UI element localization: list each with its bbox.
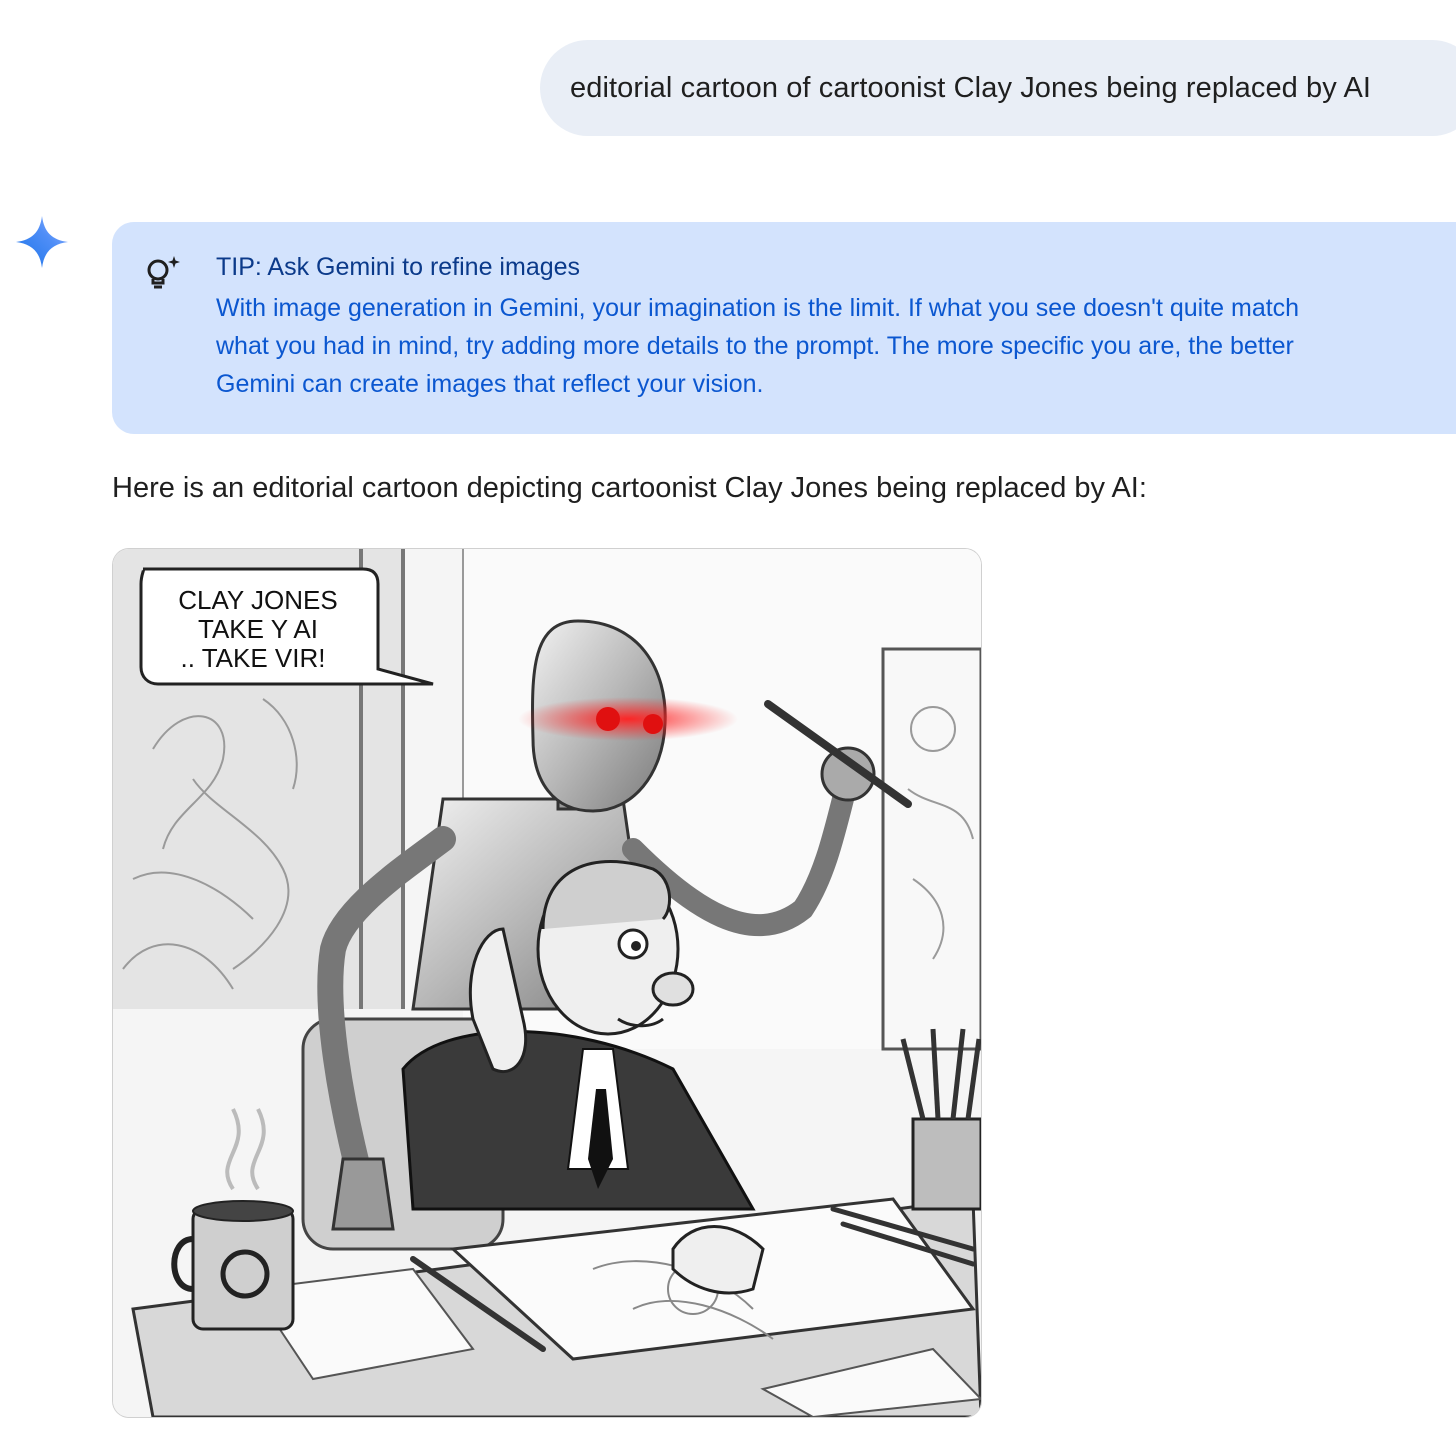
gemini-spark-icon [14,214,70,270]
speech-bubble-line: CLAY JONES [178,585,337,615]
user-prompt-text: editorial cartoon of cartoonist Clay Jon… [570,71,1372,104]
lightbulb-sparkle-icon [142,252,186,296]
generated-cartoon-image[interactable]: CLAY JONES TAKE Y AI .. TAKE VIR! [113,549,981,1417]
tip-body-line: what you had in mind, try adding more de… [216,332,1294,360]
tip-body-line: With image generation in Gemini, your im… [216,294,1300,322]
speech-bubble-line: .. TAKE VIR! [181,643,326,673]
speech-bubble-line: TAKE Y AI [198,614,318,644]
response-text: Here is an editorial cartoon depicting c… [112,472,1147,504]
tip-card: TIP: Ask Gemini to refine images With im… [112,222,1456,434]
user-prompt-bubble: editorial cartoon of cartoonist Clay Jon… [540,40,1456,136]
tip-body-line: Gemini can create images that reflect yo… [216,370,764,398]
tip-title: TIP: Ask Gemini to refine images [216,253,581,281]
tip-body: With image generation in Gemini, your im… [216,289,1416,403]
